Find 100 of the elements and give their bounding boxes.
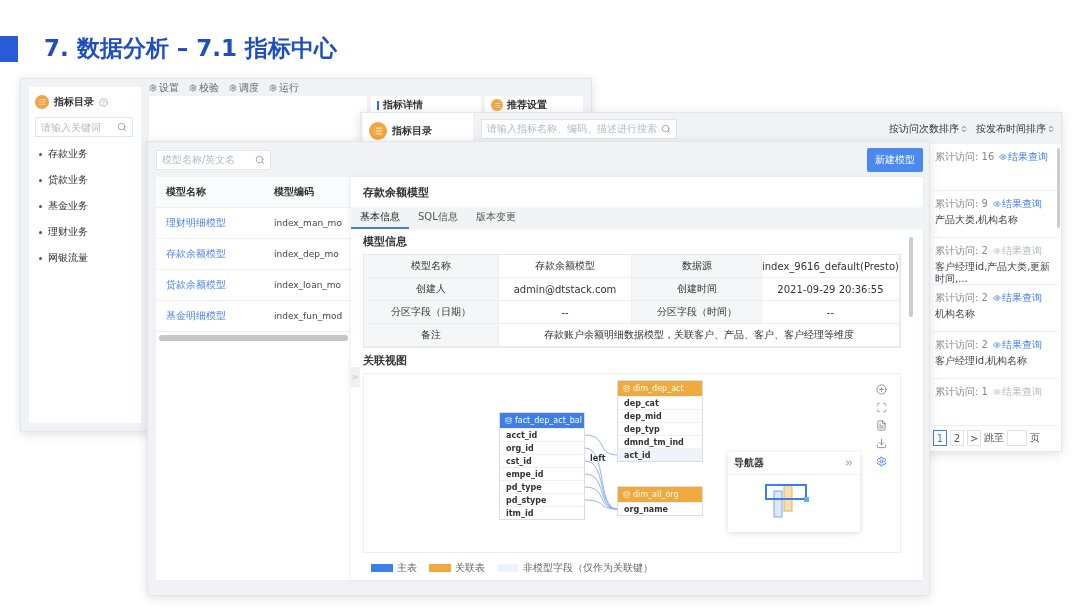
- result-link[interactable]: 结果查询: [992, 338, 1042, 352]
- search-field[interactable]: 模型名称/英文名: [156, 149, 271, 170]
- field-row: cst_id: [500, 454, 584, 467]
- page-button[interactable]: 2: [950, 430, 964, 446]
- search-icon: [661, 123, 671, 134]
- sidebar-item[interactable]: 理财业务: [35, 223, 135, 241]
- fit-icon[interactable]: [876, 402, 888, 413]
- info-label: 分区字段（日期）: [364, 301, 499, 324]
- legend-label: 关联表: [455, 561, 485, 575]
- tab[interactable]: 基本信息: [351, 207, 409, 229]
- catalog-title: 指标目录: [392, 123, 432, 138]
- table-cell-text: index_fun_mod: [274, 311, 344, 321]
- info-label: 模型名称: [364, 255, 499, 278]
- zoom-in-icon[interactable]: [876, 384, 888, 395]
- detail-title: 存款余额模型: [362, 184, 430, 201]
- list-icon: [35, 95, 49, 109]
- tab[interactable]: 版本变更: [466, 207, 525, 229]
- result-description: 机构名称: [935, 308, 976, 320]
- table-node-header: dim_dep_act: [618, 381, 702, 396]
- next-page-button[interactable]: >: [967, 430, 982, 446]
- visit-count: 累计访问: 2: [935, 338, 988, 352]
- info-value: --: [499, 301, 632, 324]
- download-icon[interactable]: [876, 438, 888, 449]
- sort-icon: [960, 124, 968, 133]
- sidebar-item[interactable]: 贷款业务: [35, 171, 135, 189]
- field-row: empe_id: [500, 467, 584, 480]
- sort-button[interactable]: 按访问次数排序: [889, 121, 968, 136]
- info-label: 数据源: [632, 255, 762, 278]
- eye-icon: [992, 200, 1001, 208]
- result-description: 客户经理id,产品大类,更新时间,...: [935, 261, 1052, 285]
- eye-icon: [999, 153, 1008, 161]
- page-button[interactable]: 1: [933, 430, 947, 446]
- model-name-link[interactable]: 贷款余额模型: [166, 278, 274, 292]
- sidebar-item[interactable]: 网银流量: [35, 249, 135, 267]
- tab[interactable]: SQL信息: [409, 207, 467, 229]
- toolbar-button[interactable]: 调度: [229, 82, 259, 94]
- info-value: admin@dtstack.com: [499, 278, 632, 301]
- eye-icon: [992, 294, 1001, 302]
- table-node[interactable]: fact_dep_act_bal acct_id org_id cst_id empe_id pd_type pd_stype itm_id: [499, 412, 585, 520]
- toolbar-button[interactable]: 校验: [189, 82, 219, 94]
- search-icon: [255, 154, 265, 165]
- info-label: 创建人: [364, 278, 499, 301]
- table-node[interactable]: dim_dep_act dep_cat dep_mid dep_typ dmnd_tm_ind act_id: [617, 380, 703, 462]
- result-description: 客户经理id,机构名称: [935, 355, 1029, 367]
- slide-title: 7. 数据分析 – 7.1 指标中心: [44, 34, 337, 63]
- field-row: org_name: [618, 502, 702, 515]
- info-value: index_9616_default(Presto): [762, 255, 900, 278]
- eye-icon: [992, 247, 1001, 255]
- result-description: 产品大类,机构名称: [935, 214, 1020, 226]
- table-cell-text: index_man_mo: [274, 218, 343, 228]
- legend-label: 主表: [397, 561, 417, 575]
- page-suffix: 页: [1030, 431, 1041, 445]
- field-row: pd_stype: [500, 493, 584, 506]
- search-field[interactable]: 请输入关键词: [35, 117, 133, 137]
- model-name-link[interactable]: 基金明细模型: [166, 309, 274, 323]
- page-input[interactable]: [1007, 430, 1028, 446]
- toolbar-button[interactable]: 设置: [149, 82, 179, 94]
- field-row: itm_id: [500, 506, 584, 519]
- column-header: 模型名称: [166, 185, 207, 199]
- field-row: pd_type: [500, 480, 584, 493]
- toolbar-button[interactable]: 运行: [269, 82, 299, 94]
- search-field[interactable]: 请输入指标名称、编码、描述进行搜索: [481, 118, 677, 139]
- list-icon: [369, 121, 387, 140]
- sidebar-item[interactable]: 基金业务: [35, 197, 135, 215]
- visit-count: 累计访问: 16: [935, 150, 995, 164]
- section-title: 关联视图: [363, 353, 408, 368]
- gear-icon: [269, 84, 277, 92]
- field-row: acct_id: [500, 428, 584, 441]
- sort-button[interactable]: 按发布时间排序: [976, 121, 1055, 136]
- result-link[interactable]: 结果查询: [999, 150, 1049, 164]
- section-title: 模型信息: [363, 234, 408, 249]
- panel-title: 推荐设置: [507, 98, 547, 112]
- field-row: dmnd_tm_ind: [618, 435, 702, 448]
- result-link[interactable]: 结果查询: [992, 291, 1042, 305]
- table-node[interactable]: dim_all_org org_name: [617, 486, 703, 516]
- result-link[interactable]: 结果查询: [992, 197, 1042, 211]
- help-icon[interactable]: [99, 97, 108, 107]
- model-name-link[interactable]: 存款余额模型: [166, 247, 274, 261]
- table-node-header: fact_dep_act_bal: [500, 413, 584, 428]
- document-icon[interactable]: [876, 420, 888, 431]
- sidebar-item[interactable]: 存款业务: [35, 145, 135, 163]
- collapse-icon[interactable]: [350, 367, 360, 387]
- gear-icon: [189, 84, 197, 92]
- field-row: org_id: [500, 441, 584, 454]
- new-model-button[interactable]: 新建模型: [866, 147, 923, 172]
- model-name-link[interactable]: 理财明细模型: [166, 216, 274, 230]
- visit-count: 累计访问: 1: [935, 385, 988, 399]
- title-marker: [0, 35, 18, 62]
- join-label: left: [590, 454, 606, 463]
- list-icon: [491, 99, 503, 111]
- navigator-title: 导航器: [734, 456, 764, 470]
- settings-icon[interactable]: [876, 456, 888, 467]
- gear-icon: [149, 84, 157, 92]
- visit-count: 累计访问: 9: [935, 197, 988, 211]
- sort-icon: [1047, 124, 1055, 133]
- jump-label: 跳至: [984, 431, 1005, 445]
- column-header: 模型编码: [274, 185, 315, 199]
- scrollbar[interactable]: [159, 335, 348, 341]
- visit-count: 累计访问: 2: [935, 291, 988, 305]
- collapse-icon[interactable]: [844, 458, 854, 468]
